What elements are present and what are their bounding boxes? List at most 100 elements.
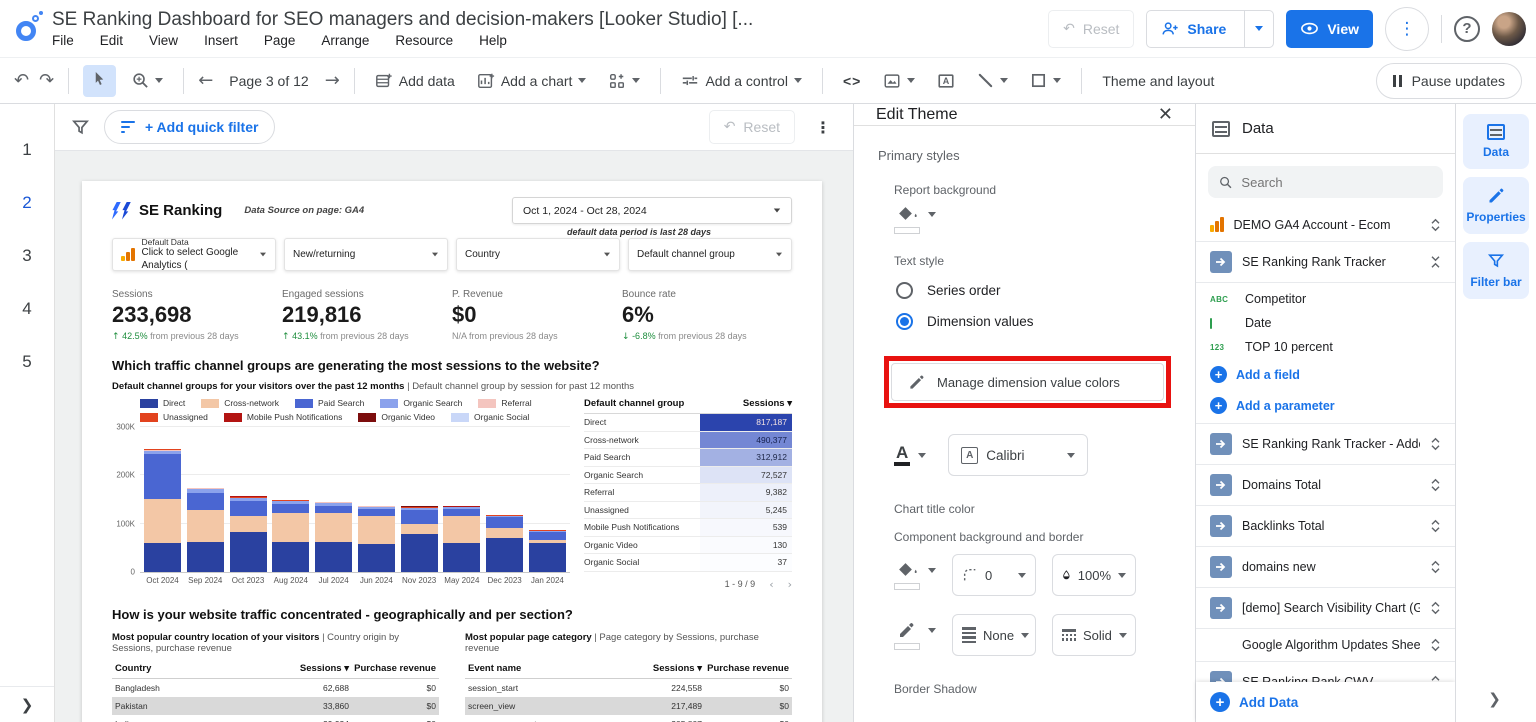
source-row[interactable]: SE Ranking Rank Tracker - Added c... (1196, 424, 1455, 465)
report-background-color-picker[interactable] (894, 205, 1171, 234)
redo-button[interactable]: ↷ (39, 72, 54, 90)
page-thumb-3[interactable]: 3 (22, 246, 31, 266)
menu-item-resource[interactable]: Resource (395, 33, 453, 48)
reset-button[interactable]: ↶ Reset (1048, 10, 1134, 48)
dimension-values-radio[interactable]: Dimension values (896, 313, 1171, 330)
table-row[interactable]: Organic Search72,527 (584, 467, 792, 485)
expand-page-list-button[interactable]: ❯ (0, 686, 54, 722)
menu-item-page[interactable]: Page (264, 33, 296, 48)
insert-shape-button[interactable] (1024, 68, 1067, 93)
unfold-more-icon[interactable] (1430, 218, 1441, 232)
border-color-picker[interactable] (894, 621, 936, 650)
share-button[interactable]: Share (1146, 10, 1274, 48)
table-row[interactable]: Mobile Push Notifications539 (584, 519, 792, 537)
source-row[interactable]: Backlinks Total (1196, 506, 1455, 547)
field-competitor[interactable]: ABC Competitor (1196, 287, 1455, 311)
page-nav-label[interactable]: Page 3 of 12 (223, 69, 314, 93)
add-a-parameter-button[interactable]: + Add a parameter (1196, 390, 1455, 421)
menu-item-arrange[interactable]: Arrange (321, 33, 369, 48)
page-thumb-1[interactable]: 1 (22, 140, 31, 160)
close-panel-button[interactable]: ✕ (1158, 104, 1173, 125)
unfold-more-icon[interactable] (1430, 560, 1441, 574)
source-row[interactable]: [demo] Search Visibility Chart (Goo... (1196, 588, 1455, 629)
table-row[interactable]: India29,924$0 (112, 715, 439, 722)
unfold-more-icon[interactable] (1430, 519, 1441, 533)
opacity-select[interactable]: 100% (1052, 554, 1136, 596)
pagination-next-button[interactable]: › (788, 578, 792, 591)
channel-group-control[interactable]: Default channel group (628, 238, 792, 271)
data-source-control[interactable]: Default Data Click to select Google Anal… (112, 238, 276, 271)
date-range-control[interactable]: Oct 1, 2024 - Oct 28, 2024 (512, 197, 792, 224)
next-page-button[interactable]: → (325, 72, 340, 90)
add-data-button-bottom[interactable]: + Add Data (1196, 685, 1312, 719)
unfold-more-icon[interactable] (1430, 601, 1441, 615)
bar-column[interactable] (529, 530, 566, 572)
border-radius-select[interactable]: 0 (952, 554, 1036, 596)
add-control-button[interactable]: Add a control (675, 68, 808, 94)
new-returning-control[interactable]: New/returning (284, 238, 448, 271)
table-row[interactable]: Paid Search312,912 (584, 449, 792, 467)
community-visualizations-button[interactable] (602, 68, 646, 94)
table-row[interactable]: Bangladesh62,688$0 (112, 679, 439, 697)
insert-text-button[interactable]: A (931, 68, 961, 94)
field-top10[interactable]: 123 TOP 10 percent (1196, 335, 1455, 359)
table-row[interactable]: Organic Video130 (584, 537, 792, 555)
data-search[interactable] (1208, 166, 1443, 198)
add-a-field-button[interactable]: + Add a field (1196, 359, 1455, 390)
pagination-prev-button[interactable]: ‹ (769, 578, 773, 591)
scorecard-revenue[interactable]: P. Revenue $0 N/A from previous 28 days (452, 289, 622, 342)
bar-column[interactable] (358, 506, 395, 572)
bar-column[interactable] (230, 496, 267, 572)
add-data-button[interactable]: Add data (369, 68, 461, 94)
page-thumb-5[interactable]: 5 (22, 352, 31, 372)
embed-url-button[interactable]: <> (837, 69, 867, 93)
insert-image-button[interactable] (877, 68, 921, 94)
event-table[interactable]: Most popular page category | Page catego… (465, 632, 792, 722)
channel-col-header[interactable]: Default channel group (584, 398, 684, 409)
bar-column[interactable] (401, 506, 438, 572)
canvas-area[interactable]: SE Ranking Data Source on page: GA4 Oct … (55, 151, 853, 722)
stacked-bar-chart[interactable]: DirectCross-networkPaid SearchOrganic Se… (112, 398, 570, 591)
bar-column[interactable] (187, 488, 224, 573)
table-row[interactable]: Cross-network490,377 (584, 432, 792, 450)
report-page[interactable]: SE Ranking Data Source on page: GA4 Oct … (82, 181, 822, 722)
rank-tracker-source-row[interactable]: SE Ranking Rank Tracker (1196, 242, 1455, 283)
user-avatar[interactable] (1492, 12, 1526, 46)
bar-column[interactable] (486, 515, 523, 572)
border-weight-select[interactable]: None (952, 614, 1036, 656)
border-style-select[interactable]: Solid (1052, 614, 1136, 656)
zoom-tool-button[interactable] (126, 68, 169, 93)
rail-data-tab[interactable]: Data (1463, 114, 1529, 169)
country-control[interactable]: Country (456, 238, 620, 271)
component-background-color-picker[interactable] (894, 561, 936, 590)
font-family-select[interactable]: A Calibri (948, 434, 1088, 476)
table-row[interactable]: Organic Social37 (584, 554, 792, 572)
help-button[interactable]: ? (1454, 16, 1480, 42)
pause-updates-button[interactable]: Pause updates (1376, 63, 1522, 99)
add-quick-filter-button[interactable]: + Add quick filter (104, 110, 275, 144)
select-tool-button[interactable] (83, 65, 116, 97)
more-options-button[interactable]: ⋮ (1385, 7, 1429, 51)
canvas-reset-button[interactable]: ↶ Reset (709, 110, 795, 144)
theme-and-layout-button[interactable]: Theme and layout (1096, 69, 1220, 93)
table-row[interactable]: Pakistan33,860$0 (112, 697, 439, 715)
menu-item-insert[interactable]: Insert (204, 33, 238, 48)
bar-column[interactable] (315, 502, 352, 572)
undo-button[interactable]: ↶ (14, 72, 29, 90)
collapse-panel-button[interactable]: ❯ (1488, 690, 1501, 708)
table-row[interactable]: Unassigned5,245 (584, 502, 792, 520)
channel-sessions-table[interactable]: Default channel group Sessions ▾ Direct8… (584, 398, 792, 591)
page-thumb-4[interactable]: 4 (22, 299, 31, 319)
document-title[interactable]: SE Ranking Dashboard for SEO managers an… (52, 9, 1048, 31)
menu-item-view[interactable]: View (149, 33, 178, 48)
scorecard-engaged-sessions[interactable]: Engaged sessions 219,816 ↑ 43.1% from pr… (282, 289, 452, 342)
text-color-picker[interactable]: A (894, 444, 926, 467)
scorecard-sessions[interactable]: Sessions 233,698 ↑ 42.5% from previous 2… (112, 289, 282, 342)
previous-page-button[interactable]: ← (198, 72, 213, 90)
series-order-radio[interactable]: Series order (896, 282, 1171, 299)
add-chart-button[interactable]: Add a chart (471, 68, 593, 94)
table-row[interactable]: session_start224,558$0 (465, 679, 792, 697)
bar-column[interactable] (443, 506, 480, 572)
ga4-source-row[interactable]: DEMO GA4 Account - Ecom (1196, 208, 1455, 242)
country-table[interactable]: Most popular country location of your vi… (112, 632, 439, 722)
